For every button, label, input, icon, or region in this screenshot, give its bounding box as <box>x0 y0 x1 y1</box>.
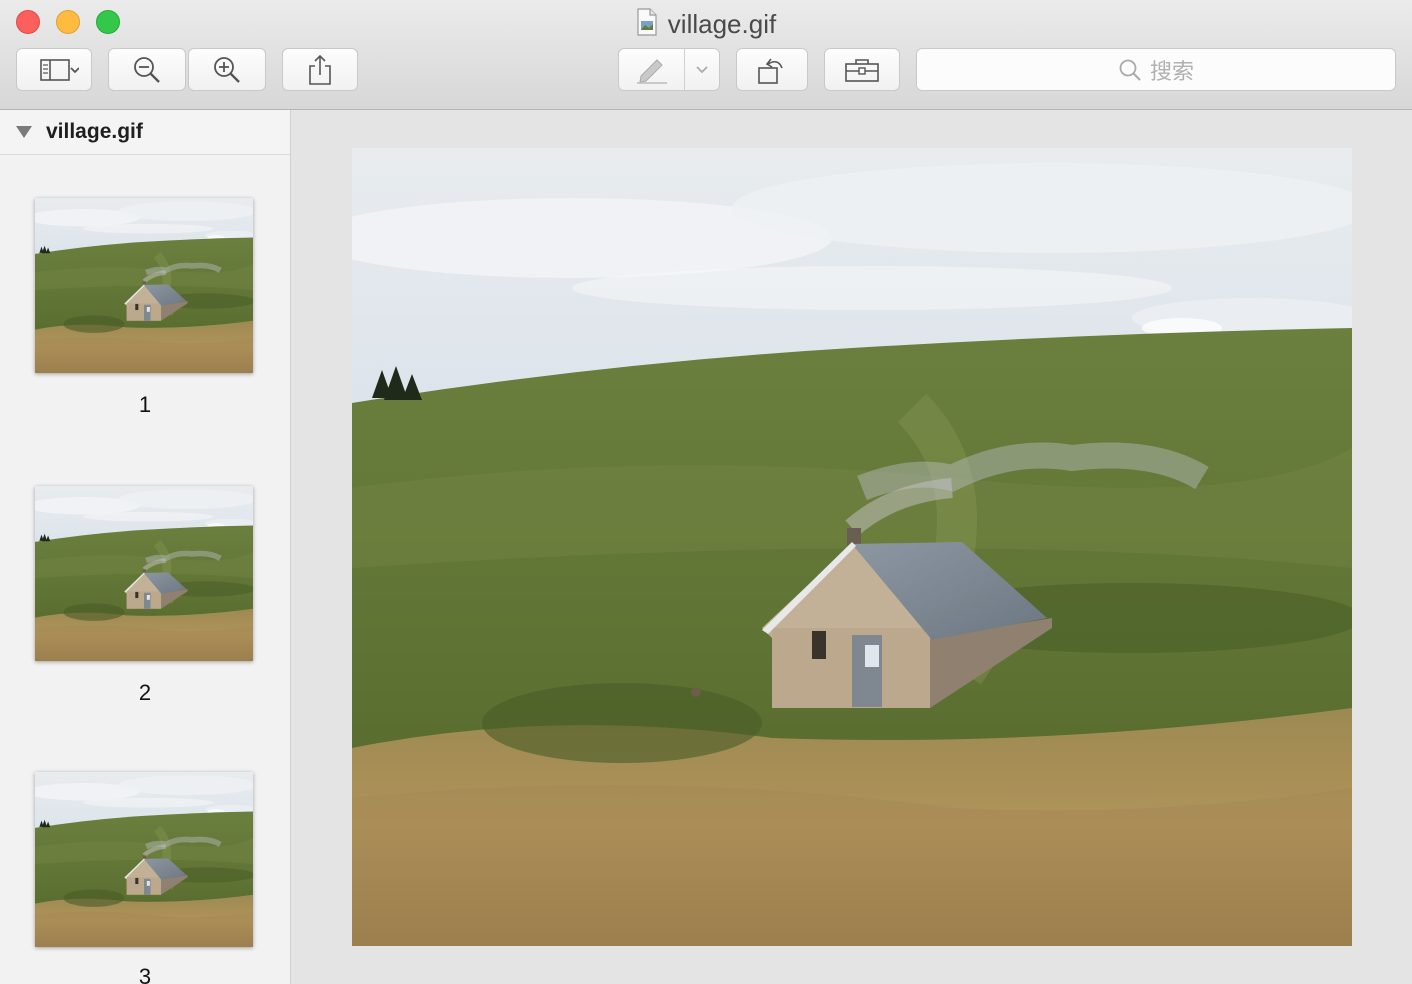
disclosure-triangle-icon[interactable] <box>16 126 32 138</box>
page-thumbnail-1[interactable] <box>35 198 253 373</box>
page-thumbnail-2[interactable] <box>35 486 253 661</box>
markup-main[interactable] <box>619 49 686 90</box>
sidebar-toggle-button[interactable] <box>16 48 92 91</box>
sidebar-header[interactable]: village.gif <box>0 110 290 155</box>
search-icon <box>1119 59 1141 81</box>
share-button[interactable] <box>282 48 358 91</box>
search-field[interactable]: 搜索 <box>916 48 1396 91</box>
preview-window: village.gif 搜索 village.gif 1 2 3 <box>0 0 1412 984</box>
toolbox-button[interactable] <box>824 48 900 91</box>
document-icon <box>637 8 657 36</box>
sidebar-document-title: village.gif <box>46 120 143 143</box>
title-toolbar: village.gif 搜索 <box>0 0 1412 110</box>
zoom-out-icon <box>134 56 160 83</box>
markup-dropdown[interactable] <box>685 49 719 90</box>
sidebar-icon <box>40 58 79 81</box>
window-title: village.gif <box>0 8 1412 40</box>
search-placeholder: 搜索 <box>1149 58 1194 84</box>
page-number-2: 2 <box>138 680 152 705</box>
thumbnail-sidebar: village.gif 1 2 3 <box>0 110 291 984</box>
pen-icon <box>636 58 667 84</box>
window-title-text: village.gif <box>667 9 777 39</box>
share-icon <box>309 54 331 85</box>
village-photo <box>352 148 1352 946</box>
rotate-left-icon <box>758 58 783 84</box>
toolbox-icon <box>845 58 879 82</box>
page-number-1: 1 <box>138 392 152 417</box>
page-number-3: 3 <box>138 964 152 984</box>
rotate-button[interactable] <box>736 48 808 91</box>
chevron-down-icon <box>696 65 708 73</box>
zoom-in-button[interactable] <box>188 48 266 91</box>
document-view[interactable] <box>291 110 1412 984</box>
markup-button[interactable] <box>618 48 720 91</box>
zoom-out-button[interactable] <box>108 48 186 91</box>
page-thumbnail-3[interactable] <box>35 772 253 947</box>
zoom-in-icon <box>214 56 240 83</box>
